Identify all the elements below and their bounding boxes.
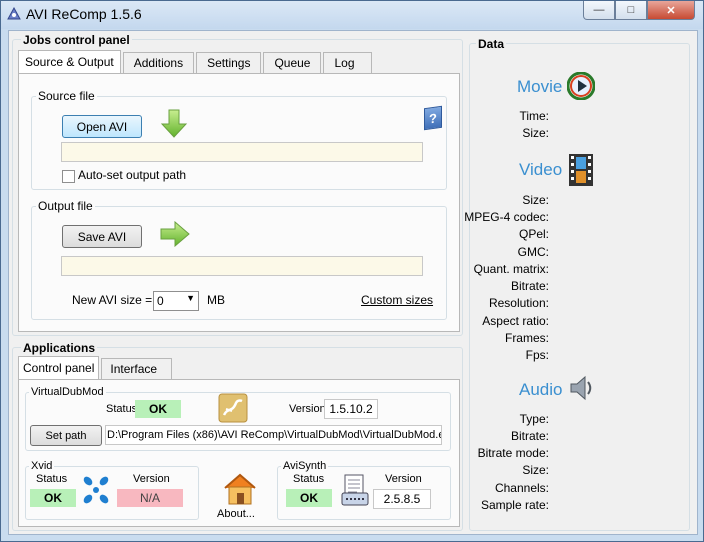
about-button[interactable]: About... — [215, 472, 265, 524]
movie-size-label: Size: — [522, 126, 549, 140]
output-file-title: Output file — [36, 199, 95, 213]
xvid-group: Xvid Status OK Version N/A — [25, 460, 199, 520]
tab-queue[interactable]: Queue — [263, 52, 322, 73]
applications-panel: Applications Control panel Interface Vir… — [12, 341, 463, 531]
virtualdubmod-group: VirtualDubMod Status OK Version 1.5.10.2… — [25, 386, 451, 451]
size-unit-label: MB — [207, 293, 225, 307]
chevron-down-icon: ▼ — [186, 293, 195, 303]
speaker-icon — [570, 375, 592, 401]
maximize-button[interactable]: □ — [615, 1, 647, 20]
maximize-icon: □ — [627, 4, 635, 16]
audio-channels-label: Channels: — [494, 481, 549, 495]
source-file-group: Source file Open AVI ? Auto-set output p… — [31, 89, 447, 190]
video-size-label: Size: — [522, 193, 549, 207]
applications-tabs: Control panel Interface — [18, 356, 174, 379]
audio-size-label: Size: — [522, 463, 549, 477]
minimize-button[interactable]: — — [583, 1, 615, 20]
vdm-version-label: Version — [289, 403, 326, 415]
avisynth-status-badge: OK — [286, 489, 332, 507]
about-label: About... — [217, 508, 255, 520]
output-file-group: Output file Save AVI New AVI size = 0 ▼ … — [31, 199, 447, 320]
title-bar[interactable]: AVI ReComp 1.5.6 — □ ✕ — [1, 1, 703, 29]
xvid-version-label: Version — [133, 473, 170, 485]
avi-size-value: 0 — [157, 294, 164, 308]
source-output-panel: Source file Open AVI ? Auto-set output p… — [18, 73, 460, 332]
jobs-tabs: Source & Output Additions Settings Queue… — [18, 50, 374, 73]
applications-group-title: Applications — [21, 341, 98, 355]
source-help-icon[interactable]: ? — [424, 105, 442, 131]
avisynth-version-value: 2.5.8.5 — [373, 489, 431, 509]
avi-size-dropdown[interactable]: 0 ▼ — [153, 291, 199, 311]
window-title: AVI ReComp 1.5.6 — [26, 6, 142, 22]
tab-log[interactable]: Log — [323, 52, 372, 73]
tab-interface[interactable]: Interface — [101, 358, 173, 379]
xvid-version-badge: N/A — [117, 489, 183, 507]
video-qpel-label: QPel: — [518, 227, 549, 241]
video-heading: Video — [519, 160, 563, 179]
close-icon: ✕ — [666, 4, 676, 17]
audio-bitrate-mode-label: Bitrate mode: — [477, 446, 549, 460]
tab-source-output[interactable]: Source & Output — [18, 50, 121, 73]
output-path-field[interactable] — [61, 256, 423, 276]
xvid-logo-icon — [83, 476, 109, 504]
data-panel: Data Movie Time: Size: Video Size: MPEG-… — [464, 37, 690, 531]
vdm-status-label: Status — [106, 403, 138, 415]
house-icon — [224, 473, 256, 505]
arrow-down-icon — [160, 109, 188, 138]
avisynth-script-icon — [341, 474, 369, 506]
control-panel-content: VirtualDubMod Status OK Version 1.5.10.2… — [18, 379, 460, 527]
autoset-output-checkbox[interactable] — [62, 170, 75, 183]
audio-sample-rate-label: Sample rate: — [480, 498, 549, 512]
avisynth-version-label: Version — [385, 473, 422, 485]
jobs-group-title: Jobs control panel — [21, 33, 132, 47]
app-logo-icon — [7, 7, 21, 20]
video-codec-label: MPEG-4 codec: — [464, 210, 549, 224]
audio-type-label: Type: — [519, 412, 549, 426]
vdm-path-field[interactable]: D:\Program Files (x86)\AVI ReComp\Virtua… — [105, 425, 442, 445]
movie-play-icon — [567, 72, 595, 100]
movie-heading: Movie — [517, 77, 563, 96]
jobs-control-panel: Jobs control panel Source & Output Addit… — [12, 33, 463, 336]
client-area: Jobs control panel Source & Output Addit… — [8, 30, 698, 535]
set-path-button[interactable]: Set path — [30, 425, 102, 446]
vdm-version-value: 1.5.10.2 — [324, 399, 378, 419]
avisynth-status-label: Status — [293, 473, 325, 485]
video-bitrate-label: Bitrate: — [510, 279, 549, 293]
avisynth-title: AviSynth — [281, 460, 329, 472]
video-resolution-label: Resolution: — [488, 296, 549, 310]
tab-control-panel[interactable]: Control panel — [18, 356, 100, 379]
video-quant-matrix-label: Quant. matrix: — [473, 262, 549, 276]
video-filmstrip-icon — [569, 154, 593, 186]
video-fps-label: Fps: — [525, 348, 549, 362]
vdm-status-badge: OK — [135, 400, 181, 418]
virtualdubmod-logo-icon — [218, 393, 248, 423]
tab-additions[interactable]: Additions — [122, 52, 195, 73]
source-path-field[interactable] — [61, 142, 423, 162]
app-window: AVI ReComp 1.5.6 — □ ✕ Jobs control pane… — [0, 0, 704, 542]
source-file-title: Source file — [36, 89, 97, 103]
video-aspect-ratio-label: Aspect ratio: — [482, 314, 549, 328]
minimize-icon: — — [593, 4, 605, 16]
autoset-output-label: Auto-set output path — [78, 168, 187, 182]
tab-settings[interactable]: Settings — [196, 52, 262, 73]
audio-bitrate-label: Bitrate: — [510, 429, 549, 443]
avisynth-group: AviSynth Status OK Version 2.5.8.5 — [277, 460, 451, 520]
open-avi-button[interactable]: Open AVI — [62, 115, 142, 138]
video-frames-label: Frames: — [504, 331, 549, 345]
new-avi-size-label: New AVI size = — [72, 293, 153, 307]
virtualdubmod-title: VirtualDubMod — [29, 386, 106, 398]
xvid-status-label: Status — [36, 473, 68, 485]
arrow-right-icon — [160, 221, 190, 247]
save-avi-button[interactable]: Save AVI — [62, 225, 142, 248]
movie-time-label: Time: — [519, 109, 549, 123]
custom-sizes-link[interactable]: Custom sizes — [361, 293, 433, 307]
xvid-status-badge: OK — [30, 489, 76, 507]
audio-heading: Audio — [519, 380, 563, 399]
data-group-title: Data — [476, 37, 507, 51]
video-gmc-label: GMC: — [517, 245, 549, 259]
xvid-title: Xvid — [29, 460, 55, 472]
close-button[interactable]: ✕ — [647, 1, 695, 20]
